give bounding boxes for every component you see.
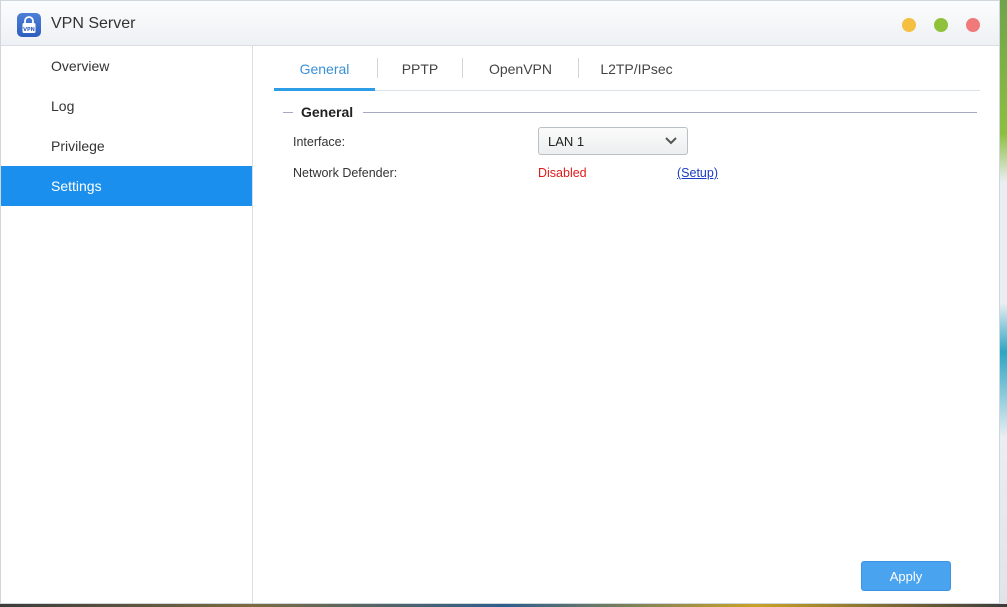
section-header-general: General <box>283 104 977 124</box>
vpn-lock-icon: VPN <box>17 13 41 37</box>
sidebar-item-settings[interactable]: Settings <box>1 166 252 206</box>
tab-openvpn[interactable]: OpenVPN <box>463 46 578 91</box>
tab-label: General <box>299 60 350 77</box>
network-defender-status: Disabled <box>538 166 587 180</box>
sidebar-item-overview[interactable]: Overview <box>1 46 252 86</box>
vpn-icon-label: VPN <box>23 27 35 33</box>
window-title: VPN Server <box>51 15 136 32</box>
tab-bar: General PPTP OpenVPN L2TP/IPsec <box>274 46 980 91</box>
network-defender-label: Network Defender: <box>293 166 398 180</box>
tab-label: OpenVPN <box>488 60 553 77</box>
section-rule-left <box>283 112 293 113</box>
section-title: General <box>301 104 354 120</box>
tab-general[interactable]: General <box>274 46 375 91</box>
sidebar-item-log[interactable]: Log <box>1 86 252 126</box>
tab-pptp[interactable]: PPTP <box>378 46 462 91</box>
sidebar: Overview Log Privilege Settings <box>1 46 253 603</box>
chevron-down-icon <box>665 137 677 145</box>
main-panel: General PPTP OpenVPN L2TP/IPsec General … <box>254 46 999 603</box>
sidebar-item-privilege[interactable]: Privilege <box>1 126 252 166</box>
sidebar-item-label: Settings <box>51 178 102 194</box>
desktop-background <box>999 0 1007 607</box>
tab-label: L2TP/IPsec <box>600 60 673 77</box>
sidebar-item-label: Overview <box>51 58 110 74</box>
maximize-button[interactable] <box>934 18 948 32</box>
interface-select-value: LAN 1 <box>548 133 585 149</box>
tab-label: PPTP <box>401 60 439 77</box>
interface-select[interactable]: LAN 1 <box>538 127 688 155</box>
tab-l2tp-ipsec[interactable]: L2TP/IPsec <box>579 46 694 91</box>
active-tab-indicator <box>274 88 375 91</box>
apply-button[interactable]: Apply <box>861 561 951 591</box>
sidebar-item-label: Log <box>51 98 75 114</box>
setup-link[interactable]: (Setup) <box>677 166 718 180</box>
section-rule <box>363 112 977 113</box>
apply-button-label: Apply <box>889 568 923 584</box>
close-button[interactable] <box>966 18 980 32</box>
vpn-server-window: VPN VPN Server Overview Log Privilege Se… <box>0 0 1000 604</box>
interface-label: Interface: <box>293 135 346 149</box>
title-bar[interactable]: VPN VPN Server <box>1 1 999 46</box>
minimize-button[interactable] <box>902 18 916 32</box>
sidebar-item-label: Privilege <box>51 138 105 154</box>
